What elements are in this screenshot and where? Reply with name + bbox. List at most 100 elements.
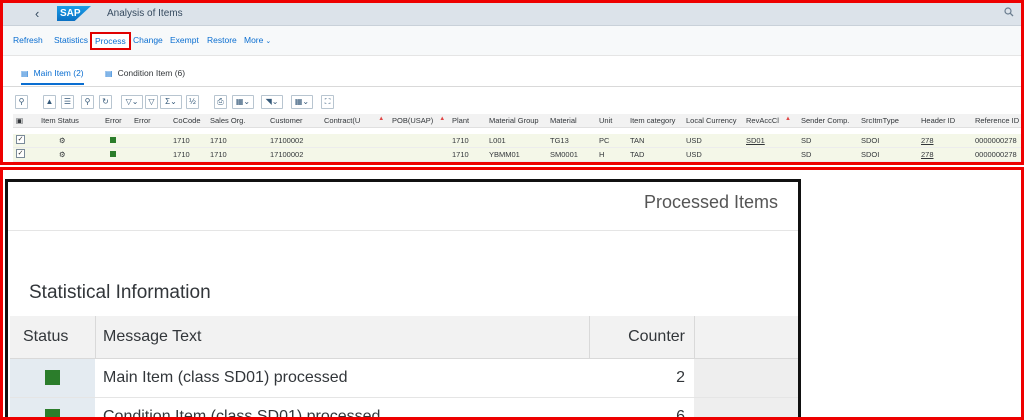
filter-clear-icon[interactable]: ▽ <box>145 95 158 109</box>
empty-cell <box>694 398 798 417</box>
tab-condition-item-label: Condition Item (6) <box>117 68 186 78</box>
subtotal-icon[interactable]: ½ <box>186 95 199 109</box>
col-cocode[interactable]: CoCode <box>173 116 201 125</box>
cell-sender-comp: SD <box>801 136 812 145</box>
align-top-icon[interactable]: ▲ <box>43 95 56 109</box>
col-status[interactable]: Status <box>23 328 68 346</box>
layout-icon[interactable]: ▦⌄ <box>291 95 313 109</box>
dialog-divider <box>8 230 798 231</box>
find-icon[interactable]: ⚲ <box>81 95 94 109</box>
fullscreen-icon[interactable]: ⛶ <box>321 95 334 109</box>
more-button[interactable]: More ⌄ <box>244 35 271 45</box>
print-icon[interactable]: ⎙ <box>214 95 227 109</box>
col-item-category[interactable]: Item category <box>630 116 675 125</box>
col-srcitmtype[interactable]: SrcItmType <box>861 116 899 125</box>
col-revaccl[interactable]: RevAccCl ▲ <box>746 116 791 125</box>
cell-revaccl-link[interactable]: SD01 <box>746 136 765 145</box>
section-title: Statistical Information <box>29 282 211 303</box>
chart-icon: ▤ <box>105 69 113 78</box>
row-checkbox[interactable]: ✓ <box>16 149 25 158</box>
tab-main-item-label: Main Item (2) <box>33 68 84 78</box>
dialog-title: Processed Items <box>643 192 778 212</box>
statistics-header-row: Status Message Text Counter <box>10 316 798 359</box>
cell-plant: 1710 <box>452 150 469 159</box>
export-icon[interactable]: ◥⌄ <box>261 95 283 109</box>
table-row[interactable]: Condition Item (class SD01) processed 6 <box>10 398 798 420</box>
chart-icon: ▤ <box>21 69 29 78</box>
col-sender-comp[interactable]: Sender Comp. <box>801 116 849 125</box>
cell-item-category: TAN <box>630 136 645 145</box>
processed-items-dialog: Processed Items Statistical Information … <box>5 179 801 420</box>
row-checkbox[interactable]: ✓ <box>16 135 25 144</box>
table-row[interactable]: Main Item (class SD01) processed 2 <box>10 359 798 398</box>
view-icon[interactable]: ▦⌄ <box>232 95 254 109</box>
search-icon[interactable] <box>1004 7 1014 20</box>
col-error-icon[interactable]: Error <box>105 116 122 125</box>
filter-icon[interactable]: ▽⌄ <box>121 95 143 109</box>
col-pob-label: POB(USAP) <box>392 116 434 125</box>
cell-reference-id: 0000000278 <box>975 136 1017 145</box>
counter-value: 2 <box>676 369 685 386</box>
exempt-button[interactable]: Exempt <box>170 35 199 45</box>
refresh-button[interactable]: Refresh <box>13 35 43 45</box>
message-text: Condition Item (class SD01) processed <box>103 408 381 420</box>
message-text: Main Item (class SD01) processed <box>103 369 348 386</box>
col-customer[interactable]: Customer <box>270 116 303 125</box>
cell-sales-org: 1710 <box>210 136 227 145</box>
restore-button[interactable]: Restore <box>207 35 237 45</box>
table-header-row: ▣ Item Status Error Error CoCode Sales O… <box>13 114 1021 128</box>
sum-icon[interactable]: Σ⌄ <box>160 95 182 109</box>
col-local-currency[interactable]: Local Currency <box>686 116 736 125</box>
zoom-icon[interactable]: ⚲ <box>15 95 28 109</box>
col-error[interactable]: Error <box>134 116 151 125</box>
cell-srcitmtype: SDOI <box>861 150 880 159</box>
col-contract[interactable]: Contract(U ▲ <box>324 116 384 125</box>
col-sales-org[interactable]: Sales Org. <box>210 116 245 125</box>
col-material[interactable]: Material <box>550 116 577 125</box>
status-green-icon <box>110 137 116 143</box>
col-reference-id[interactable]: Reference ID <box>975 116 1019 125</box>
col-pob[interactable]: POB(USAP) ▲ <box>392 116 445 125</box>
column-divider <box>694 316 695 358</box>
col-plant[interactable]: Plant <box>452 116 469 125</box>
status-cell <box>10 359 95 397</box>
column-divider <box>95 316 96 358</box>
col-message-text[interactable]: Message Text <box>103 328 201 346</box>
col-header-id[interactable]: Header ID <box>921 116 955 125</box>
col-unit[interactable]: Unit <box>599 116 612 125</box>
col-revaccl-label: RevAccCl <box>746 116 779 125</box>
back-icon[interactable]: ‹ <box>35 6 39 21</box>
change-button[interactable]: Change <box>133 35 163 45</box>
tab-main-item[interactable]: ▤ Main Item (2) <box>21 68 84 85</box>
align-center-icon[interactable]: ☰ <box>61 95 74 109</box>
cell-header-id-link[interactable]: 278 <box>921 150 934 159</box>
analysis-panel: ‹ SAP Analysis of Items Refresh Statisti… <box>0 0 1024 165</box>
item-status-icon[interactable]: ⚙ <box>59 150 66 159</box>
col-item-status[interactable]: Item Status <box>41 116 79 125</box>
tab-condition-item[interactable]: ▤ Condition Item (6) <box>105 68 185 78</box>
cell-header-id-link[interactable]: 278 <box>921 136 934 145</box>
table-row[interactable]: ✓ ⚙ 1710 1710 17100002 1710 L001 TG13 PC… <box>13 134 1021 148</box>
col-material-group[interactable]: Material Group <box>489 116 539 125</box>
table-row[interactable]: ✓ ⚙ 1710 1710 17100002 1710 YBMM01 SM000… <box>13 148 1021 162</box>
cell-unit: H <box>599 150 605 159</box>
item-tabs: ▤ Main Item (2) ▤ Condition Item (6) <box>3 60 1021 87</box>
status-green-icon <box>45 370 60 385</box>
more-label: More <box>244 35 264 45</box>
table-toolbar: ⚲ ▲ ☰ ⚲ ↻ ▽⌄ ▽ Σ⌄ ½ ⎙ ▦⌄ ◥⌄ ▦⌄ ⛶ <box>3 94 1021 112</box>
status-green-icon <box>45 409 60 417</box>
cell-customer: 17100002 <box>270 136 304 145</box>
col-counter[interactable]: Counter <box>628 328 685 346</box>
item-status-icon[interactable]: ⚙ <box>59 136 66 145</box>
cell-item-category: TAD <box>630 150 645 159</box>
process-button[interactable]: Process <box>90 32 131 50</box>
cell-sender-comp: SD <box>801 150 812 159</box>
empty-cell <box>694 359 798 397</box>
find-next-icon[interactable]: ↻ <box>99 95 112 109</box>
status-green-icon <box>110 151 116 157</box>
select-all-icon[interactable]: ▣ <box>16 116 23 125</box>
statistics-button[interactable]: Statistics <box>54 35 88 45</box>
cell-material-group: YBMM01 <box>489 150 520 159</box>
cell-cocode: 1710 <box>173 136 190 145</box>
required-marker: ▲ <box>439 116 446 122</box>
